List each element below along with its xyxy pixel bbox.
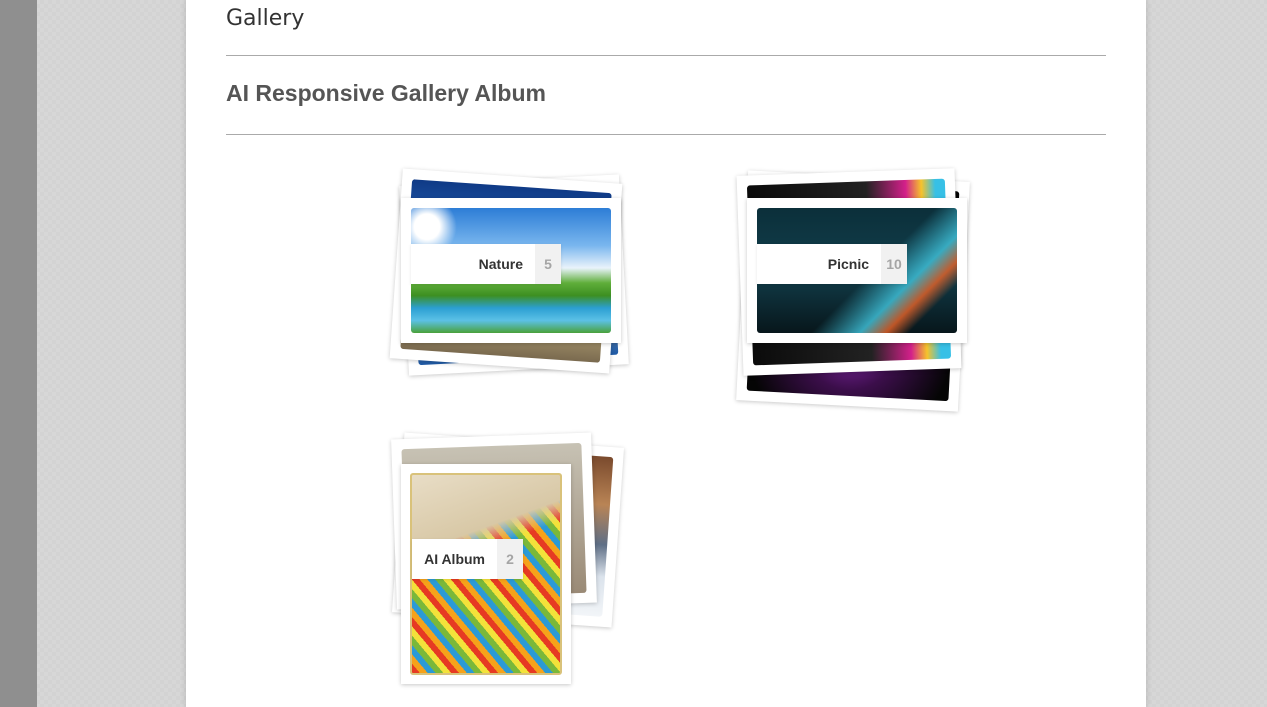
album-name: Nature <box>478 256 523 272</box>
album-name: AI Album <box>424 551 485 567</box>
album-nature-label: Nature 5 <box>411 244 561 284</box>
divider-top <box>226 55 1106 56</box>
left-sidebar-strip <box>0 0 37 707</box>
album-name: Picnic <box>827 256 869 272</box>
page-title: Gallery <box>226 6 305 31</box>
album-photo-count: 10 <box>881 244 907 284</box>
album-photo-count: 2 <box>497 539 523 579</box>
album-picnic-label: Picnic 10 <box>757 244 907 284</box>
divider-bottom <box>226 134 1106 135</box>
content-panel: Gallery AI Responsive Gallery Album Natu… <box>186 0 1146 707</box>
album-section-heading: AI Responsive Gallery Album <box>226 80 546 106</box>
album-ai-label: AI Album 2 <box>412 539 523 579</box>
album-photo-count: 5 <box>535 244 561 284</box>
